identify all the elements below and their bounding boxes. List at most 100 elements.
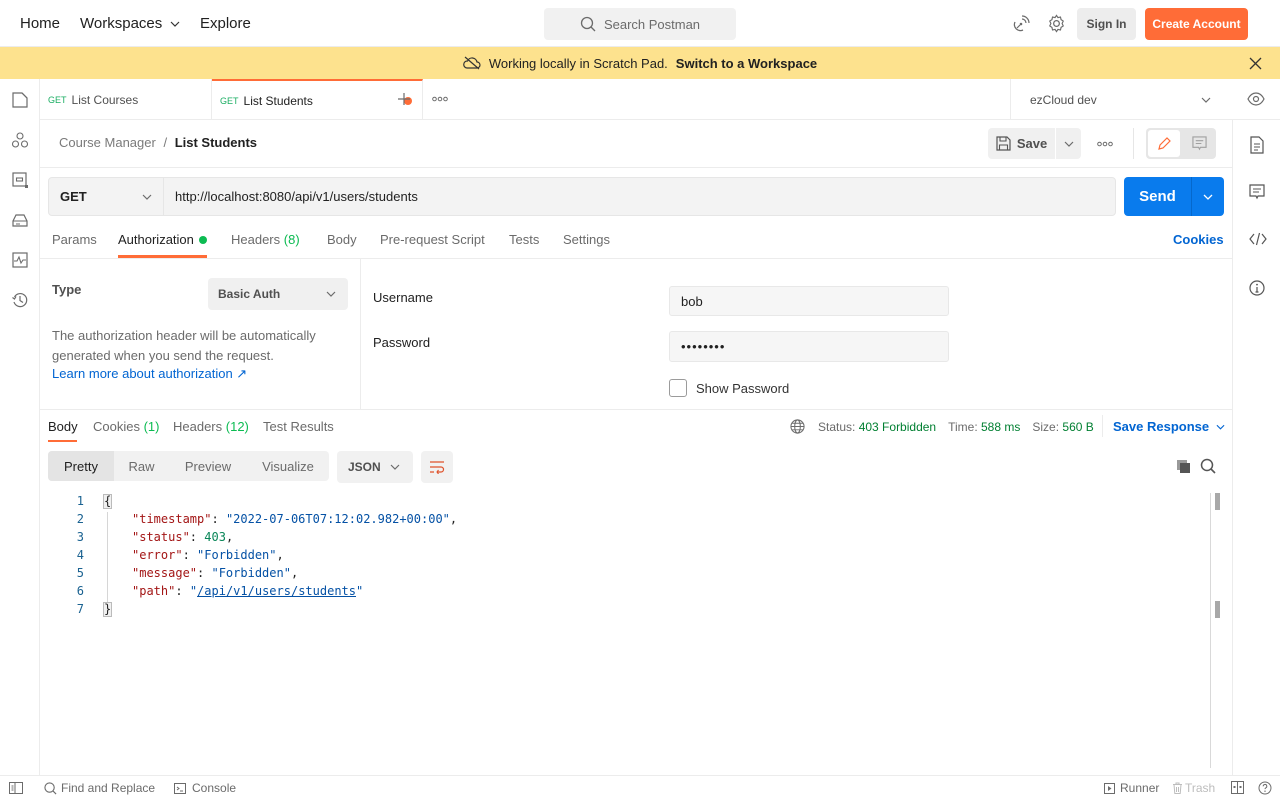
tab-tests[interactable]: Tests bbox=[509, 232, 539, 247]
method-label: GET bbox=[60, 189, 87, 204]
status-value: 403 Forbidden bbox=[858, 420, 937, 434]
breadcrumb-collection[interactable]: Course Manager bbox=[59, 135, 156, 150]
settings-gear-icon[interactable] bbox=[1047, 14, 1066, 33]
status-label: Status: bbox=[818, 420, 856, 434]
format-select[interactable]: JSON bbox=[337, 451, 413, 483]
mock-servers-icon[interactable] bbox=[11, 211, 29, 229]
tab-body[interactable]: Body bbox=[327, 232, 357, 247]
search-input[interactable]: Search Postman bbox=[544, 8, 736, 40]
comments-icon[interactable] bbox=[1249, 184, 1265, 200]
help-icon[interactable] bbox=[1258, 781, 1272, 795]
trash-icon bbox=[1173, 782, 1182, 794]
close-banner-icon[interactable] bbox=[1249, 57, 1262, 70]
view-mode-preview[interactable]: Preview bbox=[169, 451, 247, 481]
scrollbar-thumb[interactable] bbox=[1215, 493, 1220, 510]
environment-quick-look-eye-icon[interactable] bbox=[1247, 92, 1265, 106]
new-tab-plus-icon[interactable] bbox=[397, 92, 411, 106]
url-input[interactable]: http://localhost:8080/api/v1/users/stude… bbox=[163, 177, 1116, 216]
response-tab-body[interactable]: Body bbox=[48, 419, 78, 434]
more-actions-icon[interactable] bbox=[1097, 141, 1113, 147]
response-tab-test-results[interactable]: Test Results bbox=[263, 419, 334, 434]
create-account-button[interactable]: Create Account bbox=[1145, 8, 1248, 40]
nav-home[interactable]: Home bbox=[20, 0, 60, 47]
runner-label: Runner bbox=[1120, 781, 1160, 795]
save-response-button[interactable]: Save Response bbox=[1113, 419, 1225, 434]
tab-list-courses[interactable]: GET List Courses bbox=[40, 79, 212, 120]
search-placeholder: Search Postman bbox=[603, 16, 701, 32]
tabs-more-icon[interactable] bbox=[432, 96, 448, 102]
two-pane-view-icon[interactable] bbox=[1231, 781, 1244, 794]
response-size[interactable]: Size: 560 B bbox=[1032, 420, 1093, 434]
send-button-group: Send bbox=[1124, 177, 1224, 216]
switch-workspace-link[interactable]: Switch to a Workspace bbox=[676, 56, 817, 71]
environments-icon[interactable] bbox=[11, 171, 29, 189]
auth-type-select[interactable]: Basic Auth bbox=[208, 278, 348, 310]
view-mode-visualize[interactable]: Visualize bbox=[247, 451, 329, 481]
history-icon[interactable] bbox=[11, 291, 29, 309]
response-status[interactable]: Status: 403 Forbidden bbox=[818, 420, 936, 434]
tab-list-students[interactable]: GET List Students bbox=[212, 79, 423, 120]
tab-pre-request-script[interactable]: Pre-request Script bbox=[380, 232, 485, 247]
tab-settings[interactable]: Settings bbox=[563, 232, 610, 247]
time-value: 588 ms bbox=[981, 420, 1021, 434]
tab-headers[interactable]: Headers (8) bbox=[231, 232, 300, 247]
banner-text: Working locally in Scratch Pad. bbox=[488, 55, 668, 71]
nav-explore[interactable]: Explore bbox=[200, 0, 251, 47]
code-snippet-icon[interactable] bbox=[1249, 232, 1267, 248]
show-password-checkbox[interactable] bbox=[669, 379, 687, 397]
info-icon[interactable] bbox=[1249, 280, 1265, 296]
tab-authorization[interactable]: Authorization bbox=[118, 232, 207, 247]
environment-label: ezCloud dev bbox=[1030, 92, 1097, 107]
documentation-icon[interactable] bbox=[1249, 136, 1265, 154]
wrap-lines-icon bbox=[430, 461, 445, 474]
method-select[interactable]: GET bbox=[48, 177, 164, 216]
environment-select[interactable]: ezCloud dev bbox=[1010, 79, 1225, 120]
save-disk-icon bbox=[996, 136, 1011, 151]
collections-icon[interactable] bbox=[11, 91, 29, 109]
username-input[interactable]: bob bbox=[669, 286, 949, 316]
view-mode-pretty[interactable]: Pretty bbox=[48, 451, 114, 481]
send-options-button[interactable] bbox=[1192, 177, 1224, 216]
scrollbar-track[interactable] bbox=[1210, 493, 1211, 768]
runner-play-icon bbox=[1104, 782, 1115, 794]
cookies-link[interactable]: Cookies bbox=[1173, 232, 1224, 247]
top-bar: Home Workspaces Explore Search Postman S… bbox=[0, 0, 1280, 47]
response-meta: Status: 403 Forbidden Time: 588 ms Size:… bbox=[818, 420, 1094, 434]
chevron-down-icon bbox=[390, 464, 400, 470]
network-globe-icon[interactable] bbox=[790, 419, 805, 434]
response-time[interactable]: Time: 588 ms bbox=[948, 420, 1020, 434]
size-label: Size: bbox=[1032, 420, 1060, 434]
trash-button[interactable]: Trash bbox=[1172, 781, 1215, 795]
save-response-label: Save Response bbox=[1113, 419, 1210, 434]
edit-mode-button[interactable] bbox=[1148, 130, 1180, 157]
console-button[interactable]: Console bbox=[174, 781, 236, 795]
runner-button[interactable]: Runner bbox=[1104, 781, 1159, 795]
show-password-label[interactable]: Show Password bbox=[696, 381, 789, 396]
satellite-icon[interactable] bbox=[1012, 15, 1030, 33]
cloud-off-icon bbox=[462, 56, 481, 70]
save-options-button[interactable] bbox=[1056, 128, 1081, 159]
trash-label: Trash bbox=[1185, 781, 1216, 795]
find-replace-button[interactable]: Find and Replace bbox=[44, 781, 155, 795]
json-path-link[interactable]: /api/v1/users/students bbox=[197, 584, 356, 598]
sign-in-button[interactable]: Sign In bbox=[1077, 8, 1136, 40]
comment-mode-button[interactable] bbox=[1184, 130, 1214, 157]
response-tab-cookies[interactable]: Cookies (1) bbox=[93, 419, 159, 434]
send-button[interactable]: Send bbox=[1124, 177, 1191, 216]
send-label: Send bbox=[1139, 188, 1176, 205]
monitors-icon[interactable] bbox=[11, 251, 29, 269]
toggle-sidebar-icon[interactable] bbox=[9, 782, 23, 794]
save-button[interactable]: Save bbox=[988, 128, 1055, 159]
apis-icon[interactable] bbox=[11, 131, 29, 149]
copy-icon[interactable] bbox=[1176, 459, 1191, 474]
tab-params[interactable]: Params bbox=[52, 232, 97, 247]
wrap-lines-button[interactable] bbox=[421, 451, 453, 483]
json-key: "error" bbox=[132, 548, 183, 562]
learn-more-auth-link[interactable]: Learn more about authorization ↗ bbox=[52, 366, 247, 382]
code-line: { bbox=[104, 494, 112, 508]
nav-workspaces[interactable]: Workspaces bbox=[80, 0, 180, 47]
view-mode-raw[interactable]: Raw bbox=[114, 451, 169, 481]
search-response-icon[interactable] bbox=[1200, 458, 1216, 474]
password-input[interactable]: •••••••• bbox=[669, 331, 949, 362]
response-tab-headers[interactable]: Headers (12) bbox=[173, 419, 249, 434]
